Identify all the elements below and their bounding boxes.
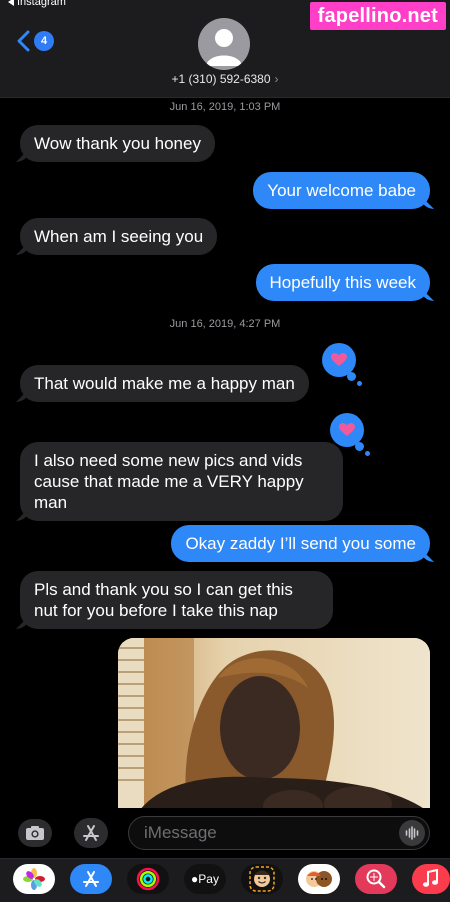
memoji-stickers-app-button[interactable]	[298, 864, 340, 894]
contact-avatar[interactable]	[198, 18, 250, 70]
unread-badge: 4	[34, 31, 54, 51]
outgoing-message[interactable]: Hopefully this week	[255, 264, 430, 301]
app-drawer: ● Pay	[0, 858, 450, 902]
app-store-icon	[83, 825, 99, 841]
outgoing-message[interactable]: Okay zaddy I’ll send you some	[171, 525, 430, 562]
incoming-message[interactable]: That would make me a happy man	[20, 365, 309, 402]
contact-number: +1 (310) 592-6380	[171, 72, 271, 86]
apps-button[interactable]	[74, 818, 108, 848]
apple-pay-icon: ●	[191, 872, 199, 886]
memoji-app-button[interactable]	[241, 864, 283, 894]
composer-bar	[0, 808, 450, 858]
person-icon	[206, 29, 242, 66]
chevron-right-icon: ›	[274, 72, 279, 86]
outgoing-message[interactable]: Your welcome babe	[253, 172, 430, 209]
back-app-label: Instagram	[17, 0, 66, 8]
web-search-app-button[interactable]	[355, 864, 397, 894]
message-input[interactable]	[129, 817, 369, 849]
back-to-app-link[interactable]: Instagram	[8, 0, 66, 8]
photos-app-button[interactable]	[13, 864, 55, 894]
photo-attachment[interactable]	[118, 638, 430, 813]
audio-message-button[interactable]	[399, 820, 425, 846]
incoming-message[interactable]: Pls and thank you so I can get this nut …	[20, 571, 333, 629]
app-store-icon	[83, 871, 99, 887]
timestamp: Jun 16, 2019, 4:27 PM	[169, 318, 281, 330]
heart-icon	[331, 353, 347, 366]
incoming-message[interactable]: I also need some new pics and vids cause…	[20, 442, 343, 521]
activity-app-button[interactable]	[127, 864, 169, 894]
music-icon	[423, 869, 438, 887]
apple-pay-label: Pay	[198, 872, 219, 886]
web-search-icon	[366, 869, 386, 889]
waveform-icon	[405, 826, 419, 840]
memoji-icon	[249, 866, 275, 892]
incoming-message[interactable]: Wow thank you honey	[20, 125, 215, 162]
chevron-left-icon	[17, 30, 30, 52]
heart-tapback[interactable]	[322, 343, 362, 386]
back-button[interactable]: 4	[16, 30, 54, 52]
photo-image	[118, 638, 430, 813]
heart-tapback[interactable]	[330, 413, 370, 456]
incoming-message[interactable]: When am I seeing you	[20, 218, 218, 255]
activity-icon	[136, 867, 160, 891]
photos-icon	[23, 868, 45, 890]
heart-icon	[339, 423, 355, 436]
back-triangle-icon	[8, 0, 14, 6]
music-app-button[interactable]	[412, 864, 450, 894]
camera-button[interactable]	[18, 819, 52, 847]
watermark-logo: fapellino.net	[309, 2, 446, 30]
contact-name[interactable]: +1 (310) 592-6380 ›	[0, 72, 450, 86]
message-field[interactable]	[128, 816, 430, 850]
app-store-app-button[interactable]	[70, 864, 112, 894]
timestamp: Jun 16, 2019, 1:03 PM	[169, 101, 281, 113]
apple-pay-app-button[interactable]: ● Pay	[184, 864, 226, 894]
memoji-stickers-icon	[306, 871, 332, 887]
camera-icon	[26, 826, 44, 840]
